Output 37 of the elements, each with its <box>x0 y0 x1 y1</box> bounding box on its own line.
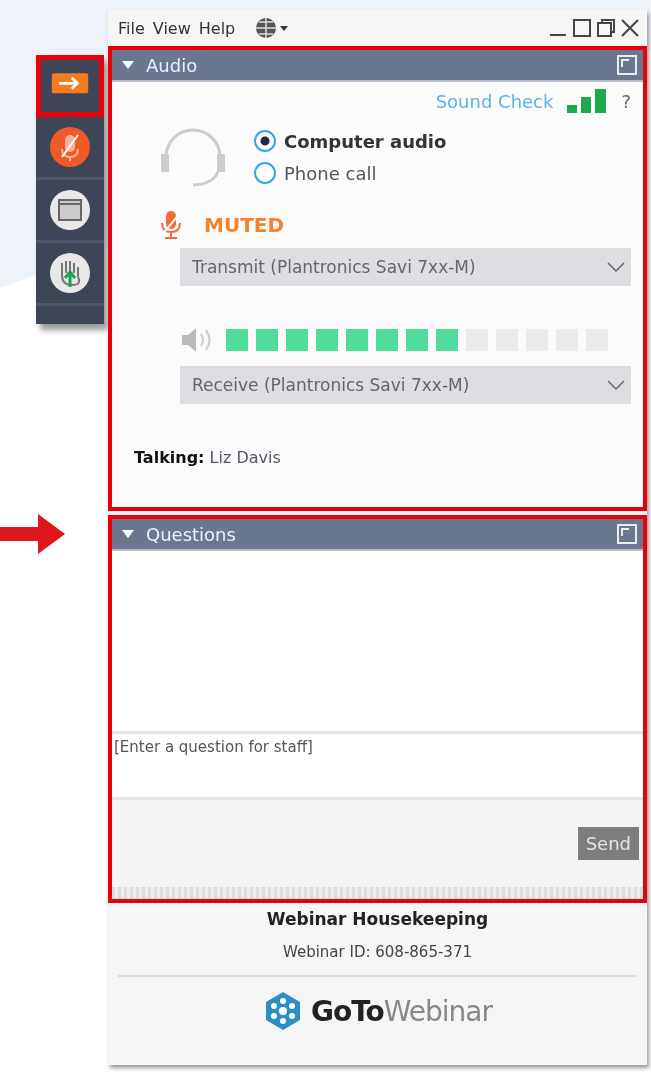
chevron-icon <box>607 262 625 272</box>
panel-title: Questions <box>146 523 236 545</box>
collapse-icon[interactable] <box>122 61 134 69</box>
raised-hand-icon <box>48 251 92 295</box>
popout-icon[interactable] <box>617 55 637 75</box>
maximize-icon[interactable] <box>573 19 591 37</box>
menu-item[interactable]: Help <box>198 18 236 38</box>
talking-label: Talking: Liz Davis <box>134 448 282 467</box>
logo-wordmark: GoToWebinar <box>310 994 493 1028</box>
popout-icon[interactable] <box>617 524 637 544</box>
radio-button[interactable] <box>254 162 276 184</box>
panel-header[interactable]: Questions <box>112 519 643 551</box>
webinar-title: Webinar Housekeeping <box>266 909 489 929</box>
panel-header[interactable]: Audio <box>112 50 643 82</box>
menu-item[interactable]: File <box>118 18 145 38</box>
chevron-icon <box>607 380 625 390</box>
radio-button[interactable] <box>254 130 276 152</box>
radio-label: Phone call <box>284 162 377 184</box>
receive-dropdown[interactable]: Receive (Plantronics Savi 7xx-M) <box>180 366 631 404</box>
sound-check-link[interactable]: Sound Check <box>435 90 554 112</box>
menu-item[interactable]: View <box>152 18 191 38</box>
pointer-arrow <box>0 514 65 554</box>
signal-icon <box>567 89 608 113</box>
window-icon <box>48 188 92 232</box>
help-icon[interactable]: ? <box>621 90 631 112</box>
collapse-icon[interactable] <box>122 530 134 538</box>
panel-title: Audio <box>146 54 198 76</box>
radio-label: Computer audio <box>284 130 447 152</box>
resize-grip[interactable] <box>112 887 643 899</box>
muted-mic-icon <box>48 125 92 169</box>
webinar-id: Webinar ID: 608-865-371 <box>118 943 637 977</box>
mute-status: MUTED <box>204 213 285 237</box>
close-icon[interactable] <box>621 19 639 37</box>
transmit-dropdown[interactable]: Transmit (Plantronics Savi 7xx-M) <box>180 248 631 286</box>
muted-mic-icon <box>160 210 182 240</box>
globe-icon[interactable] <box>255 16 290 40</box>
restore-icon[interactable] <box>597 19 615 37</box>
